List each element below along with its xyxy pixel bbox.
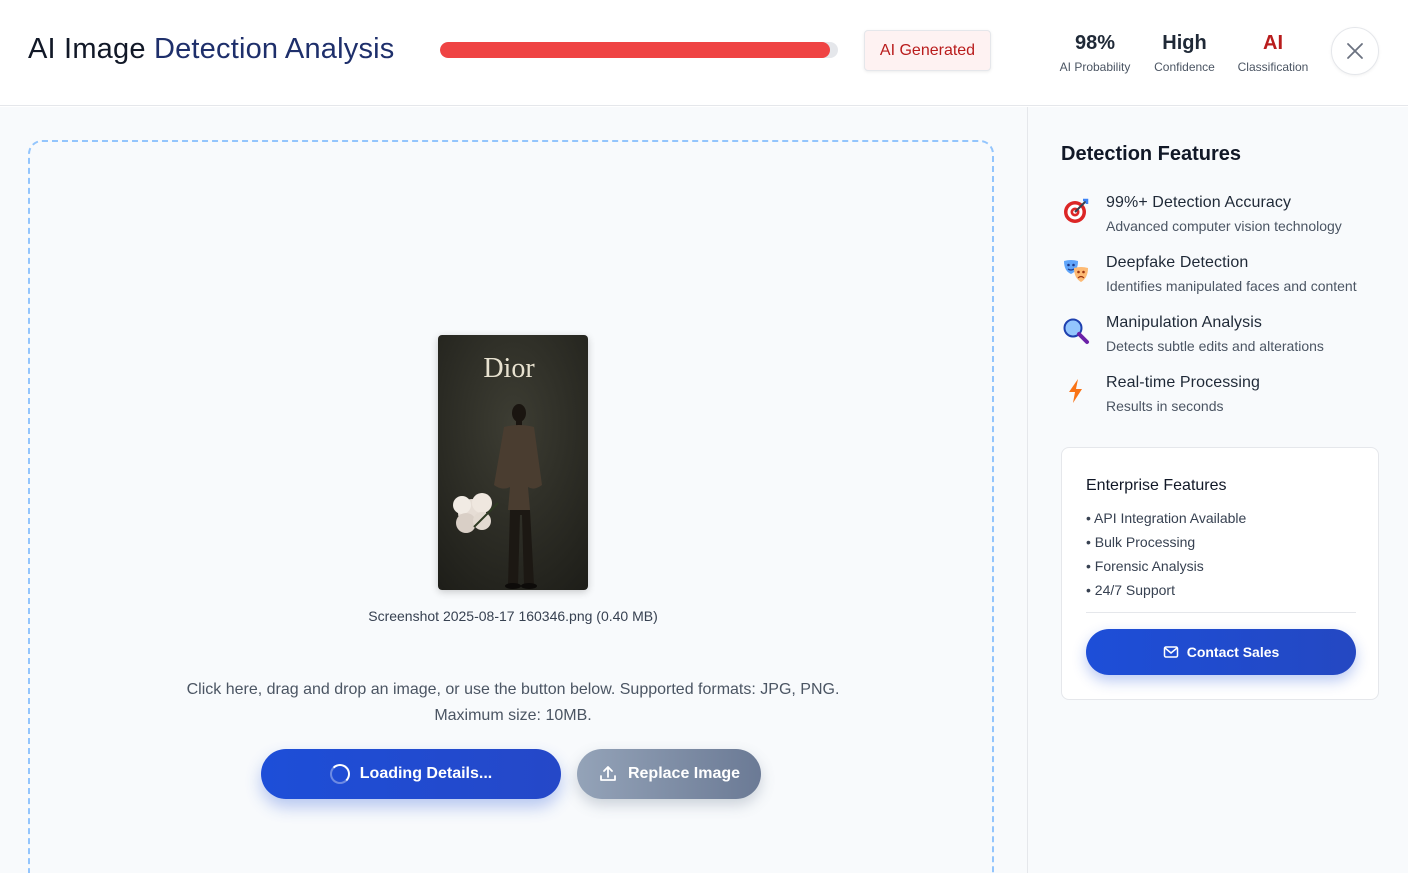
page-title-part1: AI Image	[28, 33, 146, 65]
list-item: • API Integration Available	[1086, 510, 1247, 526]
lightning-icon	[1061, 376, 1091, 406]
upload-icon	[600, 766, 616, 781]
feature-desc: Identifies manipulated faces and content	[1106, 278, 1357, 294]
enterprise-features-card: Enterprise Features • API Integration Av…	[1061, 447, 1379, 700]
feature-title: Manipulation Analysis	[1106, 314, 1262, 331]
ai-generated-badge: AI Generated	[864, 30, 991, 71]
masks-icon	[1061, 256, 1091, 286]
feature-title: 99%+ Detection Accuracy	[1106, 194, 1292, 211]
stat-classification: AI Classification	[1237, 32, 1309, 74]
loading-details-button[interactable]: Loading Details...	[261, 749, 561, 799]
mail-icon	[1163, 646, 1178, 658]
main-area: Dior Screenshot 2025-08-17 160346.png (0…	[0, 107, 1027, 873]
feature-desc: Advanced computer vision technology	[1106, 218, 1342, 234]
close-button[interactable]	[1331, 27, 1379, 75]
instructions-line2: Maximum size: 10MB.	[434, 707, 592, 724]
stat-value: 98%	[1074, 32, 1116, 54]
close-icon	[1347, 43, 1363, 59]
feature-desc: Results in seconds	[1106, 398, 1224, 414]
ai-probability-bar-fill	[440, 42, 831, 58]
list-item: • Forensic Analysis	[1086, 558, 1204, 574]
spinner-icon	[329, 764, 350, 784]
detection-features-title: Detection Features	[1061, 143, 1242, 165]
ai-probability-bar	[440, 42, 838, 58]
header: AI Image Detection Analysis AI Generated…	[0, 0, 1408, 106]
feature-title: Deepfake Detection	[1106, 254, 1249, 271]
stat-value: AI	[1263, 32, 1283, 54]
stat-confidence: High Confidence	[1153, 32, 1216, 74]
page-title: AI Image Detection Analysis	[28, 33, 395, 66]
preview-image: Dior	[438, 335, 588, 590]
uploaded-image-preview: Dior	[438, 335, 588, 590]
list-item: • 24/7 Support	[1086, 582, 1175, 598]
uploaded-file-name: Screenshot 2025-08-17 160346.png (0.40 M…	[368, 608, 658, 624]
stat-label: AI Probability	[1059, 60, 1131, 74]
image-dropzone[interactable]: Dior Screenshot 2025-08-17 160346.png (0…	[28, 140, 994, 873]
target-icon	[1061, 196, 1091, 226]
enterprise-features-title: Enterprise Features	[1086, 477, 1227, 494]
enterprise-features-list: • API Integration Available • Bulk Proce…	[1086, 506, 1246, 602]
feature-title: Real-time Processing	[1106, 374, 1261, 391]
divider	[1086, 612, 1356, 613]
list-item: • Bulk Processing	[1086, 534, 1196, 550]
contact-sales-label: Contact Sales	[1186, 644, 1280, 660]
contact-sales-button[interactable]: Contact Sales	[1086, 629, 1356, 675]
instructions-line1: Click here, drag and drop an image, or u…	[186, 681, 840, 698]
replace-image-label: Replace Image	[627, 765, 741, 782]
stat-value: High	[1162, 32, 1207, 54]
replace-image-button[interactable]: Replace Image	[577, 749, 761, 799]
stat-label: Classification	[1237, 60, 1309, 74]
loading-details-label: Loading Details...	[359, 765, 493, 782]
preview-brand-text: Dior	[483, 353, 535, 384]
sidebar: Detection Features 99%+ Detection Accura…	[1027, 107, 1408, 873]
stat-ai-probability: 98% AI Probability	[1058, 32, 1132, 74]
page-title-part2: Detection Analysis	[153, 33, 395, 65]
magnifier-icon	[1061, 316, 1091, 346]
upload-instructions: Click here, drag and drop an image, or u…	[170, 677, 856, 729]
feature-desc: Detects subtle edits and alterations	[1106, 338, 1324, 354]
stat-label: Confidence	[1154, 60, 1215, 74]
